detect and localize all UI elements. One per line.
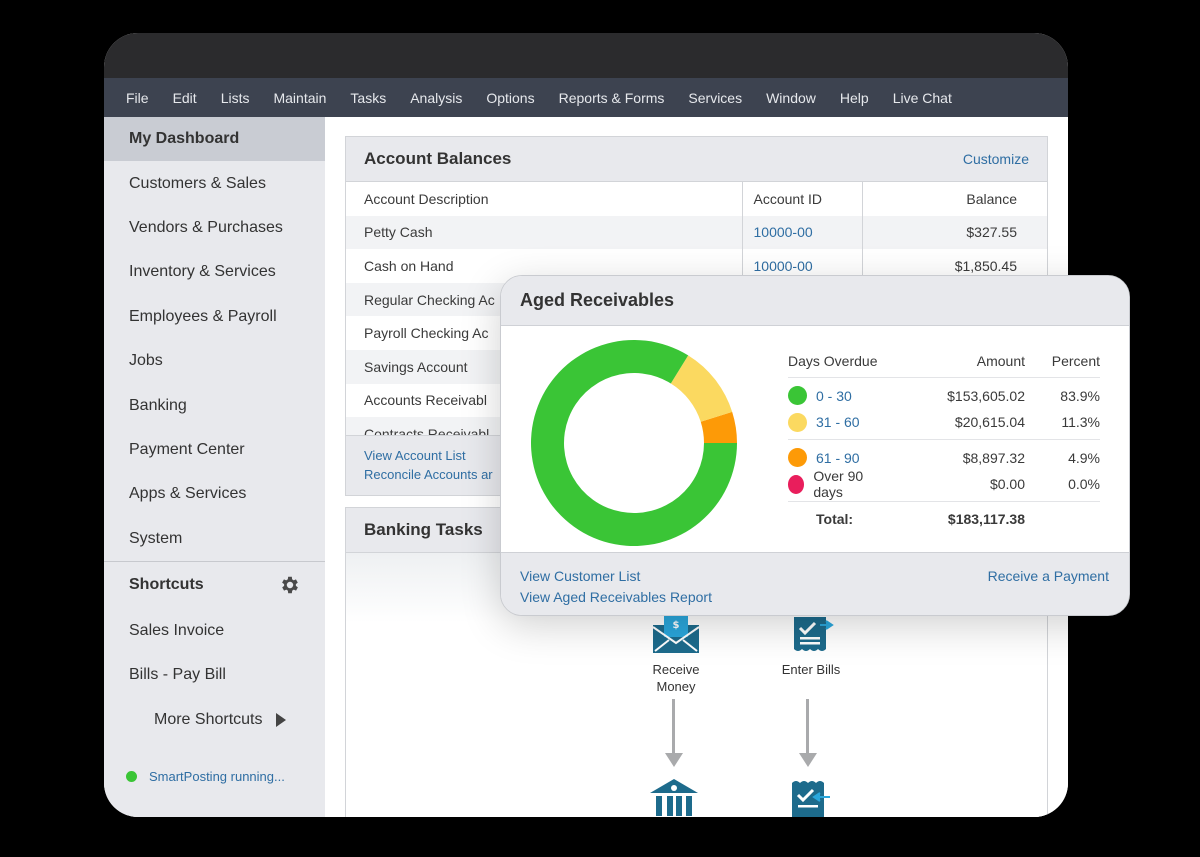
- amount-value: $20,615.04: [954, 414, 1025, 430]
- gear-icon[interactable]: [279, 574, 301, 596]
- menu-live-chat[interactable]: Live Chat: [893, 90, 952, 106]
- amount-value: $153,605.02: [947, 387, 1025, 404]
- column-header-percent: Percent: [1051, 352, 1100, 369]
- aged-receivables-card: Aged Receivables Days Overdue Amount Per…: [500, 275, 1130, 616]
- smartposting-status[interactable]: SmartPosting running...: [126, 769, 285, 784]
- menu-bar: File Edit Lists Maintain Tasks Analysis …: [104, 78, 1068, 117]
- bank-icon: [650, 779, 698, 816]
- account-balances-header: Account Balances Customize: [346, 137, 1047, 182]
- aged-receivables-header: Aged Receivables: [501, 276, 1129, 326]
- menu-analysis[interactable]: Analysis: [410, 90, 462, 106]
- receive-a-payment-link[interactable]: Receive a Payment: [988, 566, 1109, 587]
- menu-file[interactable]: File: [126, 90, 149, 106]
- sidebar-item-inventory-services[interactable]: Inventory & Services: [104, 250, 325, 294]
- range-label-over-90: Over 90 days: [813, 468, 864, 500]
- more-shortcuts-label: More Shortcuts: [154, 710, 263, 728]
- more-shortcuts-button[interactable]: More Shortcuts: [104, 698, 325, 742]
- legend-row-0-30: 0 - 30 $153,605.02 83.9%: [788, 382, 1100, 409]
- legend-row-61-90: 61 - 90 $8,897.32 4.9%: [788, 444, 1100, 471]
- sidebar: My Dashboard Customers & Sales Vendors &…: [104, 117, 325, 817]
- shortcuts-title: Shortcuts: [129, 576, 204, 594]
- table-row[interactable]: Petty Cash 10000-00 $327.55: [346, 215, 1047, 250]
- table-header-row: Account Description Account ID Balance: [346, 182, 1047, 216]
- legend-header-row: Days Overdue Amount Percent: [788, 344, 1100, 378]
- range-link-61-90[interactable]: 61 - 90: [816, 450, 860, 466]
- menu-help[interactable]: Help: [840, 90, 869, 106]
- percent-value: 4.9%: [1068, 449, 1100, 466]
- sidebar-item-my-dashboard[interactable]: My Dashboard: [104, 117, 325, 162]
- sidebar-item-vendors-purchases[interactable]: Vendors & Purchases: [104, 206, 325, 250]
- menu-edit[interactable]: Edit: [173, 90, 197, 106]
- bill-check-icon: [794, 617, 834, 651]
- menu-lists[interactable]: Lists: [221, 90, 250, 106]
- arrow-down-icon: [799, 753, 817, 767]
- sidebar-item-apps-services[interactable]: Apps & Services: [104, 472, 325, 516]
- aged-receivables-body: Days Overdue Amount Percent 0 - 30 $153,…: [501, 326, 1129, 552]
- flow-arrow-line: [672, 699, 675, 755]
- aged-receivables-donut-chart: [531, 340, 737, 546]
- receive-money-label: Receive Money: [652, 662, 700, 694]
- sidebar-item-jobs[interactable]: Jobs: [104, 339, 325, 383]
- percent-value: 11.3%: [1061, 414, 1100, 430]
- aged-receivables-legend: Days Overdue Amount Percent 0 - 30 $153,…: [788, 344, 1100, 536]
- legend-dot-red-icon: [788, 474, 805, 494]
- task-receive-money[interactable]: $ Receive Money: [641, 615, 711, 695]
- menu-maintain[interactable]: Maintain: [273, 90, 326, 106]
- column-header-days-overdue: Days Overdue: [788, 352, 878, 369]
- sidebar-item-payment-center[interactable]: Payment Center: [104, 428, 325, 472]
- column-header-description[interactable]: Account Description: [346, 182, 742, 216]
- status-dot-icon: [126, 771, 137, 782]
- menu-tasks[interactable]: Tasks: [350, 90, 386, 106]
- smartposting-label: SmartPosting running...: [149, 769, 285, 784]
- customize-link[interactable]: Customize: [963, 151, 1029, 167]
- legend-total-row: Total: $183,117.38: [788, 502, 1100, 536]
- column-header-balance[interactable]: Balance: [861, 182, 1047, 216]
- range-link-0-30[interactable]: 0 - 30: [816, 388, 852, 404]
- view-aged-receivables-report-link[interactable]: View Aged Receivables Report: [520, 587, 1110, 608]
- play-arrow-icon: [276, 712, 287, 727]
- banking-tasks-title: Banking Tasks: [364, 520, 483, 539]
- legend-row-over-90: Over 90 days $0.00 0.0%: [788, 468, 1100, 502]
- task-enter-bills[interactable]: Enter Bills: [771, 615, 851, 678]
- menu-options[interactable]: Options: [486, 90, 534, 106]
- cell-account-id-link[interactable]: 10000-00: [741, 215, 862, 250]
- legend-dot-orange-icon: [788, 448, 807, 467]
- aged-receivables-title: Aged Receivables: [520, 290, 675, 310]
- column-header-account-id[interactable]: Account ID: [741, 182, 862, 216]
- sidebar-item-customers-sales[interactable]: Customers & Sales: [104, 161, 325, 205]
- sidebar-item-system[interactable]: System: [104, 517, 325, 561]
- aged-receivables-footer: View Customer List View Aged Receivables…: [501, 552, 1129, 615]
- shortcut-sales-invoice[interactable]: Sales Invoice: [104, 609, 325, 653]
- legend-dot-green-icon: [788, 386, 807, 405]
- column-header-amount: Amount: [976, 352, 1025, 369]
- range-link-31-60[interactable]: 31 - 60: [816, 414, 860, 430]
- menu-services[interactable]: Services: [688, 90, 742, 106]
- shortcut-bills-pay-bill[interactable]: Bills - Pay Bill: [104, 653, 325, 697]
- sidebar-item-employees-payroll[interactable]: Employees & Payroll: [104, 295, 325, 339]
- percent-value: 83.9%: [1060, 387, 1100, 404]
- amount-value: $8,897.32: [962, 449, 1025, 466]
- cell-description: Petty Cash: [346, 215, 742, 250]
- svg-text:$: $: [673, 620, 680, 631]
- legend-dot-yellow-icon: [788, 412, 807, 432]
- legend-row-31-60: 31 - 60 $20,615.04 11.3%: [788, 409, 1100, 440]
- account-balances-title: Account Balances: [364, 149, 512, 168]
- percent-value: 0.0%: [1068, 476, 1100, 492]
- flow-arrow-line: [806, 699, 809, 755]
- shortcuts-header: Shortcuts: [104, 562, 325, 609]
- enter-bills-label: Enter Bills: [781, 662, 841, 677]
- menu-window[interactable]: Window: [766, 90, 816, 106]
- sidebar-item-banking[interactable]: Banking: [104, 383, 325, 427]
- total-label: Total:: [816, 511, 854, 527]
- amount-value: $0.00: [989, 476, 1025, 492]
- cell-balance: $327.55: [861, 215, 1047, 250]
- total-amount: $183,117.38: [947, 511, 1025, 527]
- arrow-down-icon: [665, 753, 683, 767]
- pay-bill-icon: [792, 781, 830, 817]
- menu-reports-forms[interactable]: Reports & Forms: [559, 90, 665, 106]
- title-bar: [104, 33, 1068, 78]
- envelope-dollar-icon: $: [652, 615, 700, 653]
